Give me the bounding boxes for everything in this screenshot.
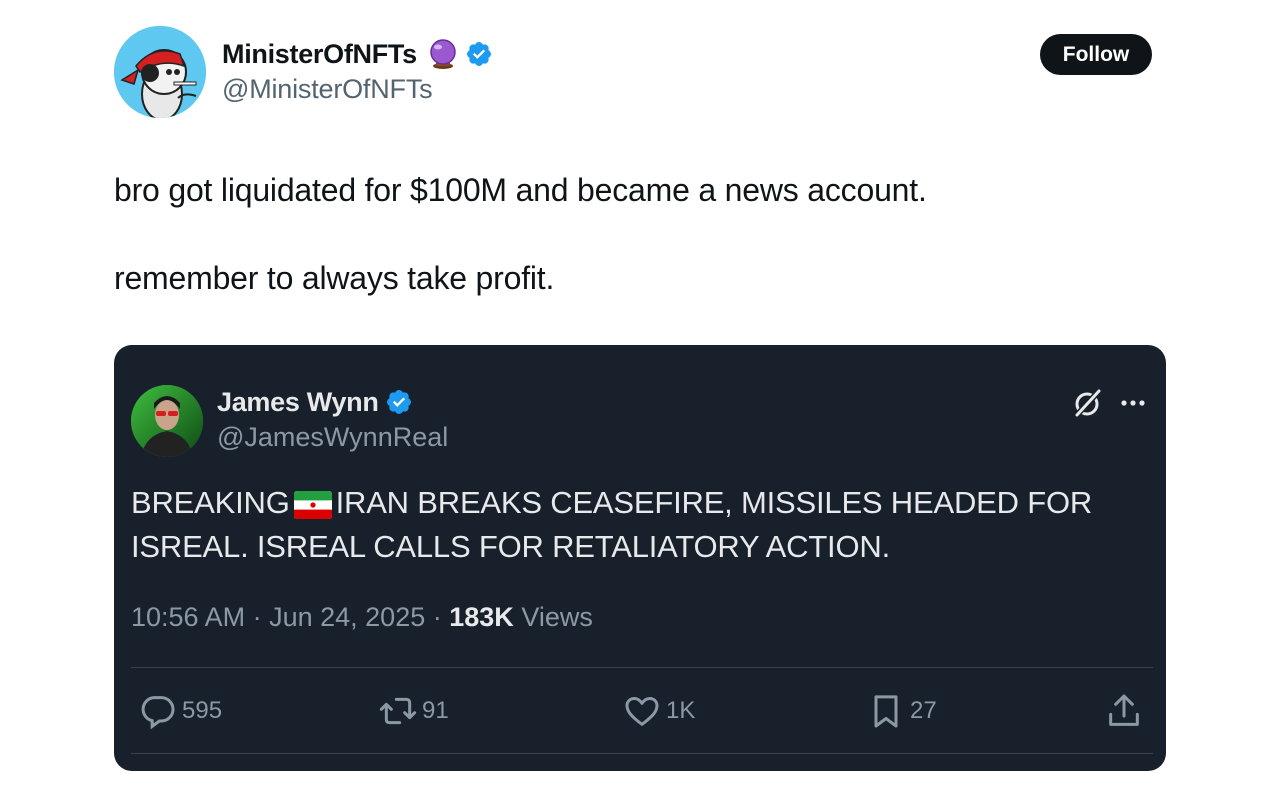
like-count: 1K (666, 697, 696, 724)
views-count: 183K (449, 602, 514, 632)
tweet-text-line-1: bro got liquidated for $100M and became … (114, 172, 927, 208)
quoted-time[interactable]: 10:56 AM (131, 602, 245, 632)
bookmark-count: 27 (910, 697, 937, 724)
like-button[interactable]: 1K (622, 691, 695, 731)
repost-button[interactable]: 91 (378, 691, 449, 731)
quoted-author-name[interactable]: James Wynn (217, 387, 379, 418)
iran-flag-icon (293, 491, 332, 519)
bookmark-icon (874, 695, 898, 728)
repost-icon (379, 697, 417, 725)
reply-count: 595 (182, 697, 223, 724)
follow-button[interactable]: Follow (1040, 34, 1152, 75)
divider (131, 753, 1153, 754)
quoted-avatar-illustration (131, 385, 203, 457)
tweet-text-line-2: remember to always take profit. (114, 260, 555, 296)
crystal-ball-icon (430, 39, 456, 69)
divider (131, 667, 1153, 668)
share-button[interactable] (1104, 691, 1148, 731)
bookmark-button[interactable]: 27 (866, 691, 937, 731)
quoted-tweet-text: BREAKING IRAN BREAKS CEASEFIRE, MISSILES … (131, 481, 1131, 569)
author-handle[interactable]: @MinisterOfNFTs (222, 74, 493, 105)
tweet-screenshot: MinisterOfNFTs @MinisterOfNFTs Follow br… (0, 0, 1280, 808)
like-icon (625, 697, 659, 726)
verified-badge-icon (386, 390, 411, 414)
author-avatar[interactable] (114, 26, 206, 118)
quoted-author-handle[interactable]: @JamesWynnReal (217, 422, 448, 453)
views-label: Views (521, 602, 593, 632)
avatar-illustration (114, 26, 206, 118)
meta-separator: · (252, 602, 270, 632)
share-icon (1109, 694, 1139, 726)
meta-separator: · (432, 602, 450, 632)
verified-badge-icon (466, 42, 491, 66)
reply-button[interactable]: 595 (138, 691, 222, 731)
quoted-author-block: James Wynn @JamesWynnReal (217, 385, 448, 453)
reply-icon (141, 696, 175, 730)
quoted-tweet-card[interactable]: James Wynn @JamesWynnReal BREAKING IRAN B… (114, 345, 1166, 771)
more-icon[interactable] (1118, 389, 1148, 417)
repost-count: 91 (422, 697, 449, 724)
quoted-author-avatar[interactable] (131, 385, 203, 457)
author-block: MinisterOfNFTs @MinisterOfNFTs (222, 36, 493, 105)
quoted-text-breaking: BREAKING (131, 485, 290, 520)
quoted-date[interactable]: Jun 24, 2025 (269, 602, 425, 632)
author-name[interactable]: MinisterOfNFTs (222, 39, 417, 70)
grok-icon[interactable] (1071, 387, 1103, 419)
quoted-tweet-meta: 10:56 AM · Jun 24, 2025 · 183K Views (131, 602, 593, 633)
